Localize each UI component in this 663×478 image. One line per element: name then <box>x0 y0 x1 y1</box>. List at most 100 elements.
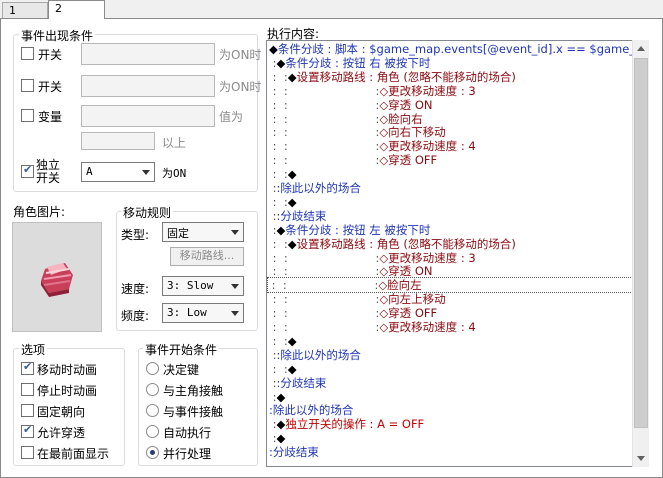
diamond-icon: ◆ <box>287 236 297 251</box>
command-row[interactable]: :◆独立开关的操作 : A = OFF <box>269 417 633 431</box>
command-row[interactable]: ::分歧结束 <box>269 209 633 223</box>
switch1-label: 开关 <box>38 48 63 62</box>
command-indent: : <box>269 389 277 404</box>
trigger-player-touch-radio[interactable] <box>146 383 159 396</box>
diamond-icon: ◆ <box>287 167 297 182</box>
self-switch-suffix: 为ON <box>162 167 187 180</box>
command-row[interactable]: : : :◇更改移动速度 : 3 <box>269 84 633 98</box>
command-text: :分歧结束 <box>276 208 327 223</box>
character-graphic[interactable] <box>12 222 102 332</box>
command-row[interactable]: : :◆ <box>269 362 633 376</box>
command-row[interactable]: : : :◇穿透 ON <box>269 264 633 278</box>
command-row[interactable]: :◆条件分歧 : 按钮 右 被按下时 <box>269 56 633 70</box>
switch1-suffix: 为ON时 <box>219 48 262 62</box>
command-row[interactable]: : :◆ <box>269 167 633 181</box>
switch2-checkbox[interactable] <box>21 79 34 92</box>
self-switch-checkbox[interactable] <box>21 163 34 178</box>
command-text: :分歧结束 <box>269 445 319 460</box>
self-switch-label: 独立 开关 <box>36 159 60 185</box>
command-row[interactable]: : : :◇向右下移动 <box>269 125 633 139</box>
command-text: ◇脸向右 <box>379 111 423 126</box>
command-row[interactable]: : : :◇脸向右 <box>269 112 633 126</box>
trigger-action-button-radio[interactable] <box>146 362 159 375</box>
option-through-checkbox[interactable] <box>21 423 34 438</box>
command-row[interactable]: :◆条件分歧 : 按钮 左 被按下时 <box>269 223 633 237</box>
command-row[interactable]: ::除此以外的场合 <box>269 348 633 362</box>
self-switch-dropdown[interactable]: A <box>81 162 155 182</box>
diamond-icon: ◆ <box>276 431 286 446</box>
command-text: ◇更改移动速度 : 4 <box>379 139 476 154</box>
vertical-scrollbar[interactable] <box>632 40 649 467</box>
speed-label: 速度: <box>121 282 150 296</box>
freq-dropdown[interactable]: 3: Low <box>162 303 244 323</box>
command-row[interactable]: : : :◇向左上移动 <box>269 292 633 306</box>
command-indent: : : : <box>269 111 380 126</box>
character-sprite-icon <box>41 263 73 297</box>
type-value: 固定 <box>167 227 189 240</box>
command-indent: : : : <box>269 125 380 140</box>
scroll-down-button[interactable] <box>633 450 649 467</box>
variable-select[interactable] <box>81 105 215 127</box>
command-row[interactable]: : :◆ <box>269 195 633 209</box>
trigger-parallel-radio[interactable] <box>146 446 159 459</box>
command-indent: : : : <box>269 139 380 154</box>
scroll-thumb[interactable] <box>634 58 648 428</box>
variable-value-spinner[interactable] <box>81 132 155 150</box>
type-label: 类型: <box>121 228 150 242</box>
type-dropdown[interactable]: 固定 <box>162 222 244 242</box>
command-row[interactable]: : : :◇穿透 ON <box>269 98 633 112</box>
command-indent: : : : <box>269 83 380 98</box>
tab-2-label: 2 <box>55 2 62 15</box>
chevron-down-icon <box>231 284 239 289</box>
command-row[interactable]: :除此以外的场合 <box>269 403 633 417</box>
scroll-up-button[interactable] <box>633 40 649 57</box>
command-text: ◇穿透 OFF <box>379 306 438 321</box>
event-commands-list[interactable]: ◆条件分歧 : 脚本 : $game_map.events[@event_id]… <box>266 40 649 467</box>
command-text: :除此以外的场合 <box>276 181 361 195</box>
command-text: ◇向右下移动 <box>379 125 446 140</box>
switch2-select[interactable] <box>81 75 215 97</box>
trigger-action-button-label: 决定键 <box>163 363 200 377</box>
switch1-select[interactable] <box>81 43 215 65</box>
tab-1[interactable]: 1 <box>2 2 48 18</box>
command-row[interactable]: :◆ <box>269 390 633 404</box>
move-route-button[interactable]: 移动路线... <box>170 247 244 266</box>
command-row[interactable]: :◆ <box>269 431 633 445</box>
command-row[interactable]: ::分歧结束 <box>269 376 633 390</box>
command-indent: : : : <box>269 153 380 168</box>
option-always-on-top-checkbox[interactable] <box>21 446 34 459</box>
command-row[interactable]: : : :◇穿透 OFF <box>269 306 633 320</box>
command-row[interactable]: : : :◇更改移动速度 : 4 <box>269 320 633 334</box>
command-row[interactable]: ::除此以外的场合 <box>269 181 633 195</box>
trigger-autorun-radio[interactable] <box>146 425 159 438</box>
variable-checkbox[interactable] <box>21 109 34 122</box>
command-row[interactable]: : :◆设置移动路线 : 角色 (忽略不能移动的场合) <box>269 237 633 251</box>
option-walking-anim-label: 移动时动画 <box>37 363 98 377</box>
speed-dropdown[interactable]: 3: Slow <box>162 276 244 296</box>
tab-2[interactable]: 2 <box>48 0 105 19</box>
command-row[interactable]: : : :◇穿透 OFF <box>269 153 633 167</box>
command-row[interactable]: : : :◇脸向左 <box>267 277 633 294</box>
command-row[interactable]: : : :◇更改移动速度 : 3 <box>269 251 633 265</box>
trigger-event-touch-radio[interactable] <box>146 404 159 417</box>
command-row[interactable]: : :◆ <box>269 334 633 348</box>
variable-label: 变量 <box>38 110 63 124</box>
option-walking-anim-checkbox[interactable] <box>21 360 34 375</box>
chevron-down-icon <box>231 311 239 316</box>
command-text: 设置移动路线 : 角色 (忽略不能移动的场合) <box>296 236 516 251</box>
command-indent: : : : <box>269 250 380 265</box>
option-stepping-anim-label: 停止时动画 <box>37 384 98 398</box>
command-text: ◇更改移动速度 : 3 <box>379 250 476 265</box>
arrow-up-icon <box>637 46 645 51</box>
freq-value: 3: Low <box>167 306 207 319</box>
speed-value: 3: Slow <box>167 279 214 292</box>
command-row[interactable]: ◆条件分歧 : 脚本 : $game_map.events[@event_id]… <box>269 42 642 56</box>
option-direction-fix-checkbox[interactable] <box>21 404 34 417</box>
command-row[interactable]: : : :◇更改移动速度 : 4 <box>269 139 633 153</box>
command-row[interactable]: :分歧结束 <box>269 445 633 459</box>
switch1-checkbox[interactable] <box>21 47 34 60</box>
command-row[interactable]: : :◆设置移动路线 : 角色 (忽略不能移动的场合) <box>269 70 633 84</box>
option-stepping-anim-checkbox[interactable] <box>21 383 34 396</box>
command-text: 条件分歧 : 按钮 左 被按下时 <box>285 222 431 237</box>
command-indent: : <box>269 55 277 70</box>
